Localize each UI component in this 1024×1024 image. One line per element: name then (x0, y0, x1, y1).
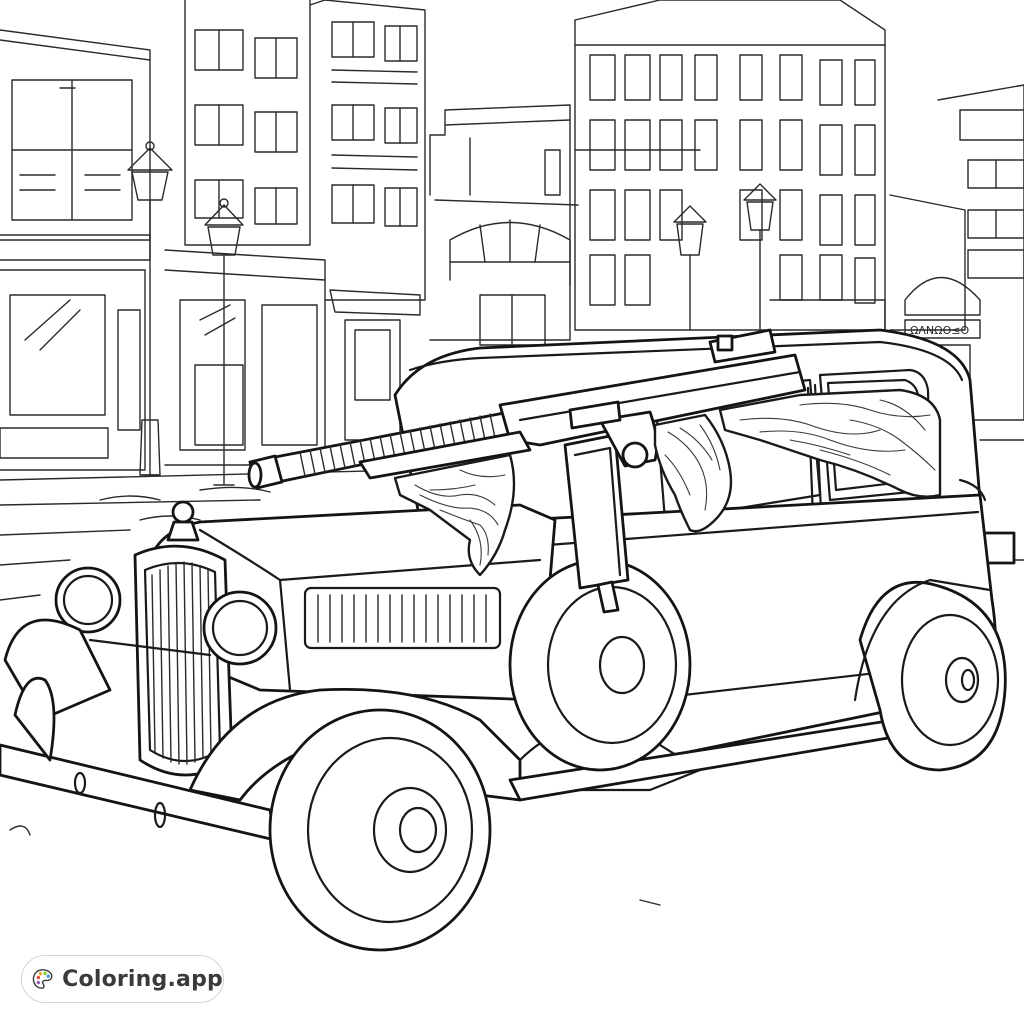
brand-name: Coloring.app (62, 966, 223, 992)
coloring-page-canvas: ΩΛΝΩΟ≤Ο Coloring.app (0, 0, 1024, 1024)
palette-icon (32, 969, 53, 989)
vintage-car-illustration: ΩΛΝΩΟ≤Ο (0, 0, 1024, 952)
shop-sign-text: ΩΛΝΩΟ≤Ο (910, 324, 969, 337)
brand-watermark: Coloring.app (21, 955, 224, 1003)
